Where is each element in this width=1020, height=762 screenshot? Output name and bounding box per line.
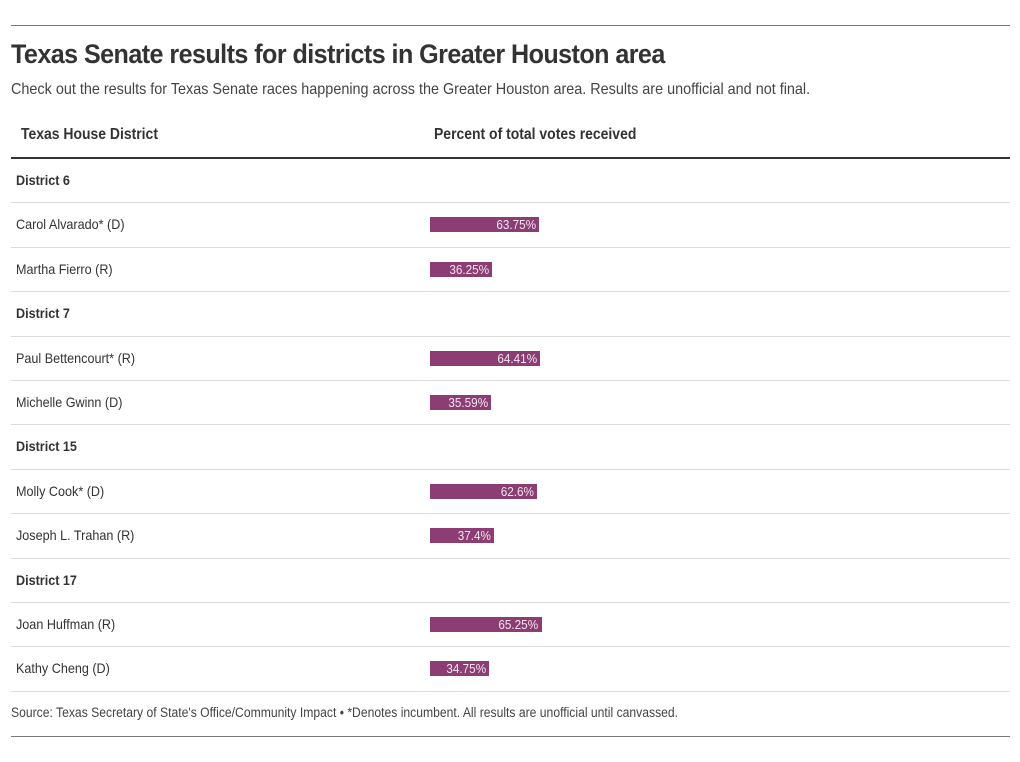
table-row: Martha Fierro (R) 36.25% xyxy=(11,248,1010,293)
district-group-row: District 7 xyxy=(11,292,1010,337)
district-group-row: District 17 xyxy=(11,559,1010,603)
district-group-row: District 15 xyxy=(11,425,1010,470)
candidate-name: Joseph L. Trahan (R) xyxy=(16,527,135,544)
vote-percent-bar: 65.25% xyxy=(430,616,542,632)
source-note: Source: Texas Secretary of State's Offic… xyxy=(11,705,679,720)
vote-percent-bar: 37.4% xyxy=(430,528,494,544)
table-row: Paul Bettencourt* (R) 64.41% xyxy=(11,337,1010,381)
table-body: District 6 Carol Alvarado* (D) 63.75% Marth… xyxy=(11,159,1010,692)
chart-subtitle: Check out the results for Texas Senate r… xyxy=(11,81,811,98)
table-header: Texas House District Percent of total vo… xyxy=(11,118,1010,159)
candidate-name: Carol Alvarado* (D) xyxy=(16,216,125,233)
district-label: District 7 xyxy=(16,305,70,322)
vote-percent-label: 65.25% xyxy=(498,616,539,632)
district-label: District 15 xyxy=(16,438,77,455)
vote-percent-bar: 64.41% xyxy=(430,350,541,366)
candidate-name: Paul Bettencourt* (R) xyxy=(16,349,136,366)
results-table: Texas House District Percent of total vo… xyxy=(11,118,1010,692)
vote-percent-label: 63.75% xyxy=(496,217,536,233)
column-header-percent[interactable]: Percent of total votes received xyxy=(434,126,636,144)
table-row: Joseph L. Trahan (R) 37.4% xyxy=(11,514,1010,559)
top-divider xyxy=(11,25,1010,26)
district-label: District 6 xyxy=(16,172,70,188)
table-row: Carol Alvarado* (D) 63.75% xyxy=(11,203,1010,248)
vote-percent-bar: 34.75% xyxy=(430,661,490,677)
vote-percent-bar: 36.25% xyxy=(430,261,492,277)
table-row: Joan Huffman (R) 65.25% xyxy=(11,603,1010,648)
bottom-divider xyxy=(11,736,1010,737)
candidate-name: Michelle Gwinn (D) xyxy=(16,393,123,410)
table-row: Molly Cook* (D) 62.6% xyxy=(11,470,1010,515)
vote-percent-bar: 35.59% xyxy=(430,394,491,410)
table-row: Michelle Gwinn (D) 35.59% xyxy=(11,381,1010,426)
district-group-row: District 6 xyxy=(11,159,1010,204)
vote-percent-bar: 63.75% xyxy=(430,217,539,233)
vote-percent-label: 62.6% xyxy=(500,483,535,499)
candidate-name: Molly Cook* (D) xyxy=(16,482,105,499)
vote-percent-label: 37.4% xyxy=(457,528,491,544)
district-label: District 17 xyxy=(16,571,77,588)
column-header-district[interactable]: Texas House District xyxy=(21,126,158,144)
vote-percent-label: 64.41% xyxy=(497,350,538,366)
candidate-name: Kathy Cheng (D) xyxy=(16,660,110,677)
table-row: Kathy Cheng (D) 34.75% xyxy=(11,647,1010,692)
vote-percent-label: 35.59% xyxy=(448,394,488,410)
candidate-name: Joan Huffman (R) xyxy=(16,615,116,632)
chart-title: Texas Senate results for districts in Gr… xyxy=(11,39,665,69)
vote-percent-label: 34.75% xyxy=(446,661,487,677)
vote-percent-bar: 62.6% xyxy=(430,483,538,499)
candidate-name: Martha Fierro (R) xyxy=(16,260,113,277)
vote-percent-label: 36.25% xyxy=(449,261,489,277)
